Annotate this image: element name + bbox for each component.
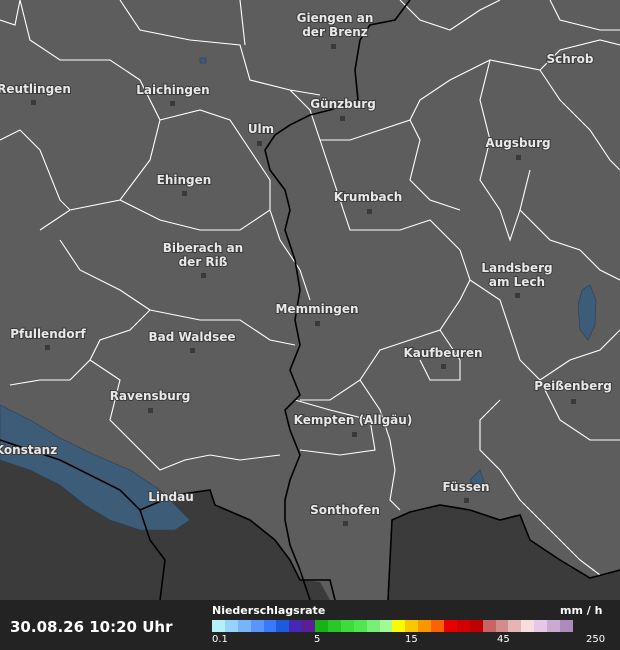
- city-dot: [352, 432, 357, 437]
- city-dot: [201, 273, 206, 278]
- legend-swatch: [224, 620, 238, 632]
- legend-unit: mm / h: [560, 604, 603, 617]
- city-label: Landsberg: [481, 261, 552, 275]
- city-label-line2: der Riß: [179, 255, 228, 269]
- city-dot: [182, 191, 187, 196]
- city-dot: [31, 100, 36, 105]
- city-label: Lindau: [148, 490, 194, 504]
- city-dot: [331, 44, 336, 49]
- legend-tick-3: 45: [497, 634, 510, 645]
- legend-tick-4: 250: [586, 634, 606, 645]
- city-label: Ulm: [248, 122, 274, 136]
- city-dot: [190, 348, 195, 353]
- city-dot: [516, 155, 521, 160]
- city-dot: [571, 399, 576, 404]
- legend-swatch: [340, 620, 354, 632]
- city-dot: [515, 293, 520, 298]
- legend-swatch: [263, 620, 277, 632]
- legend-swatch: [289, 620, 303, 632]
- city-label: Ravensburg: [110, 389, 191, 403]
- legend-swatch: [250, 620, 264, 632]
- legend-swatch: [353, 620, 367, 632]
- city-dot: [343, 521, 348, 526]
- legend-swatch: [534, 620, 548, 632]
- legend-swatch: [495, 620, 509, 632]
- city-label: Reutlingen: [0, 82, 71, 96]
- city-label: Füssen: [442, 480, 489, 494]
- legend-swatch: [405, 620, 419, 632]
- legend-swatch: [392, 620, 406, 632]
- city-dot: [170, 101, 175, 106]
- legend-tick-1: 5: [314, 634, 321, 645]
- city-label: Schrob: [546, 52, 593, 66]
- city-dot: [464, 498, 469, 503]
- legend-swatch: [237, 620, 251, 632]
- legend-swatch: [328, 620, 341, 632]
- legend-swatch: [379, 620, 393, 632]
- legend-swatch: [366, 620, 380, 632]
- precipitation-map[interactable]: Giengen ander Brenz Schrob Reutlingen Laich…: [0, 0, 620, 600]
- city-label: Bad Waldsee: [148, 330, 235, 344]
- legend-color-scale: [212, 620, 573, 632]
- city-label: Konstanz: [0, 443, 57, 457]
- legend-swatch: [212, 620, 225, 632]
- legend-title: Niederschlagsrate: [212, 604, 326, 617]
- legend-tick-0: 0.1: [212, 634, 228, 645]
- city-label-line2: der Brenz: [302, 25, 368, 39]
- city-label: Sonthofen: [310, 503, 380, 517]
- legend-swatch: [560, 620, 573, 632]
- lake-small: [199, 57, 207, 64]
- city-label: Kempten (Allgäu): [294, 413, 413, 427]
- city-label: Laichingen: [136, 83, 209, 97]
- city-label: Peißenberg: [534, 379, 612, 393]
- city-dot: [257, 141, 262, 146]
- city-label: Günzburg: [310, 97, 376, 111]
- city-dot: [45, 345, 50, 350]
- city-label: Krumbach: [334, 190, 403, 204]
- legend-swatch: [276, 620, 290, 632]
- legend-swatch: [521, 620, 535, 632]
- legend-swatch: [456, 620, 470, 632]
- legend-swatch: [547, 620, 561, 632]
- legend-swatch: [482, 620, 496, 632]
- legend-swatch: [469, 620, 483, 632]
- legend-swatch: [431, 620, 445, 632]
- city-label-line2: am Lech: [489, 275, 545, 289]
- legend-swatch: [302, 620, 316, 632]
- city-label: Pfullendorf: [10, 327, 86, 341]
- city-label: Augsburg: [485, 136, 550, 150]
- legend-swatch: [508, 620, 522, 632]
- legend-swatch: [444, 620, 457, 632]
- map-footer: 30.08.26 10:20 Uhr Niederschlagsrate mm …: [0, 600, 620, 650]
- city-dot: [367, 209, 372, 214]
- city-dot: [340, 116, 345, 121]
- city-label: Memmingen: [275, 302, 358, 316]
- legend-swatch: [418, 620, 432, 632]
- legend-swatch: [315, 620, 329, 632]
- city-label: Ehingen: [157, 173, 212, 187]
- city-label: Biberach an: [163, 241, 243, 255]
- timestamp: 30.08.26 10:20 Uhr: [10, 618, 173, 636]
- city-label: Giengen an: [297, 11, 374, 25]
- legend-tick-2: 15: [405, 634, 418, 645]
- city-dot: [148, 408, 153, 413]
- city-label: Kaufbeuren: [403, 346, 482, 360]
- city-dot: [315, 321, 320, 326]
- city-dot: [441, 364, 446, 369]
